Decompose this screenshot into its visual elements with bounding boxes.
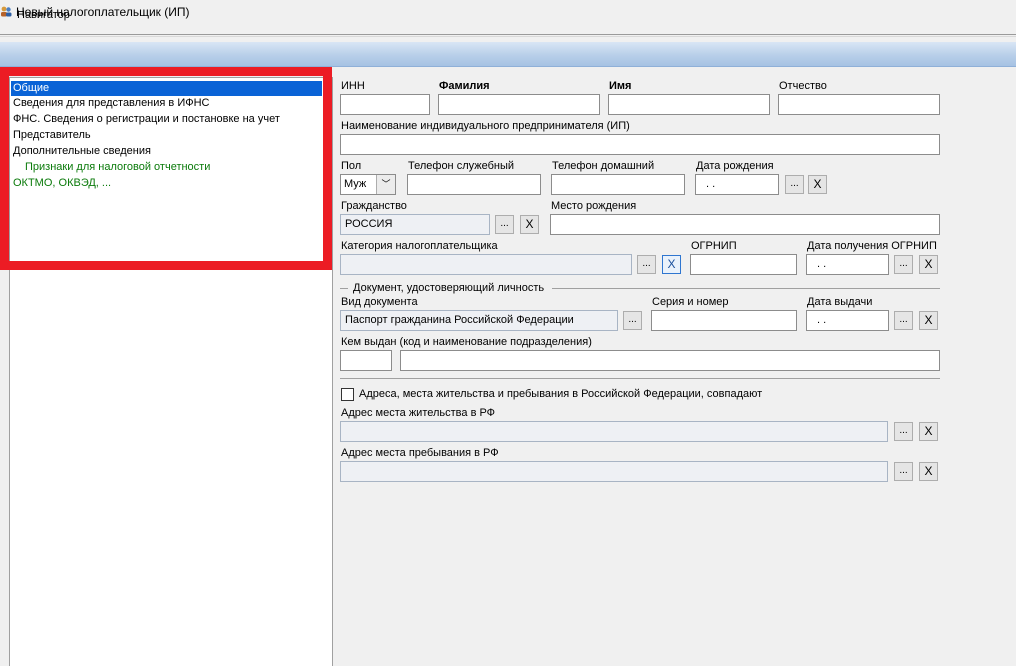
doc-type-browse-button[interactable]: ... bbox=[623, 311, 642, 330]
ogrnip-label: ОГРНИП bbox=[691, 240, 737, 252]
sex-label: Пол bbox=[341, 160, 362, 172]
doc-date-label: Дата выдачи bbox=[807, 296, 873, 308]
chevron-down-icon[interactable]: ﹀ bbox=[376, 175, 395, 194]
citizenship-clear-button[interactable]: X bbox=[520, 215, 539, 234]
stay-field bbox=[340, 461, 888, 482]
stay-label: Адрес места пребывания в РФ bbox=[341, 447, 499, 459]
citizenship-field: РОССИЯ bbox=[340, 214, 490, 235]
doc-type-label: Вид документа bbox=[341, 296, 418, 308]
birth-date-browse-button[interactable]: ... bbox=[785, 175, 804, 194]
surname-input[interactable] bbox=[438, 94, 600, 115]
category-label: Категория налогоплательщика bbox=[341, 240, 498, 252]
category-browse-button[interactable]: ... bbox=[637, 255, 656, 274]
taxpayer-icon bbox=[1, 6, 12, 17]
residence-browse-button[interactable]: ... bbox=[894, 422, 913, 441]
birth-place-label: Место рождения bbox=[551, 200, 637, 212]
doc-type-field: Паспорт гражданина Российской Федерации bbox=[340, 310, 618, 331]
work-phone-input[interactable] bbox=[407, 174, 541, 195]
nav-item-fns-registration[interactable]: ФНС. Сведения о регистрации и постановке… bbox=[13, 112, 280, 127]
issued-by-label: Кем выдан (код и наименование подразделе… bbox=[341, 336, 592, 348]
nav-item-general[interactable]: Общие bbox=[11, 81, 322, 96]
birth-date-input[interactable]: . . bbox=[695, 174, 779, 195]
residence-field bbox=[340, 421, 888, 442]
ip-name-input[interactable] bbox=[340, 134, 940, 155]
ogrnip-date-label: Дата получения ОГРНИП bbox=[807, 240, 937, 252]
birth-place-input[interactable] bbox=[550, 214, 940, 235]
surname-label: Фамилия bbox=[439, 80, 490, 92]
doc-date-input[interactable]: . . bbox=[806, 310, 889, 331]
ip-name-label: Наименование индивидуального предпринима… bbox=[341, 120, 630, 132]
address-same-label: Адреса, места жительства и пребывания в … bbox=[359, 388, 763, 400]
ogrnip-date-input[interactable]: . . bbox=[806, 254, 889, 275]
name-input[interactable] bbox=[608, 94, 770, 115]
patronymic-input[interactable] bbox=[778, 94, 940, 115]
window-titlebar bbox=[0, 42, 1016, 67]
sex-select[interactable]: Муж ﹀ bbox=[340, 174, 396, 195]
home-phone-label: Телефон домашний bbox=[552, 160, 655, 172]
birth-date-label: Дата рождения bbox=[696, 160, 774, 172]
ogrnip-date-browse-button[interactable]: ... bbox=[894, 255, 913, 274]
window-title: Новый налогоплательщик (ИП) bbox=[16, 5, 190, 19]
nav-item-additional[interactable]: Дополнительные сведения bbox=[13, 144, 151, 159]
doc-date-clear-button[interactable]: X bbox=[919, 311, 938, 330]
doc-group-line-right bbox=[552, 288, 940, 289]
inn-label: ИНН bbox=[341, 80, 365, 92]
sex-value: Муж bbox=[344, 178, 367, 190]
doc-number-label: Серия и номер bbox=[652, 296, 729, 308]
doc-group-label: Документ, удостоверяющий личность bbox=[353, 282, 545, 294]
doc-number-input[interactable] bbox=[651, 310, 797, 331]
stay-clear-button[interactable]: X bbox=[919, 462, 938, 481]
patronymic-label: Отчество bbox=[779, 80, 827, 92]
work-phone-label: Телефон служебный bbox=[408, 160, 515, 172]
residence-clear-button[interactable]: X bbox=[919, 422, 938, 441]
category-clear-button[interactable]: X bbox=[662, 255, 681, 274]
citizenship-browse-button[interactable]: ... bbox=[495, 215, 514, 234]
menu-separator bbox=[0, 34, 1016, 35]
doc-date-browse-button[interactable]: ... bbox=[894, 311, 913, 330]
birth-date-clear-button[interactable]: X bbox=[808, 175, 827, 194]
inn-input[interactable] bbox=[340, 94, 430, 115]
stay-browse-button[interactable]: ... bbox=[894, 462, 913, 481]
nav-item-oktmo-okved[interactable]: ОКТМО, ОКВЭД, ... bbox=[13, 176, 111, 191]
ogrnip-date-clear-button[interactable]: X bbox=[919, 255, 938, 274]
address-same-checkbox[interactable] bbox=[341, 388, 354, 401]
nav-item-representative[interactable]: Представитель bbox=[13, 128, 91, 143]
name-label: Имя bbox=[609, 80, 632, 92]
doc-group-line-left bbox=[340, 288, 348, 289]
issued-by-code-input[interactable] bbox=[340, 350, 392, 371]
nav-item-ifns-info[interactable]: Сведения для представления в ИФНС bbox=[13, 96, 209, 111]
residence-label: Адрес места жительства в РФ bbox=[341, 407, 496, 419]
address-separator bbox=[340, 378, 940, 379]
nav-item-tax-reporting-flags[interactable]: Признаки для налоговой отчетности bbox=[25, 160, 210, 175]
issued-by-name-input[interactable] bbox=[400, 350, 940, 371]
ogrnip-input[interactable] bbox=[690, 254, 797, 275]
category-field bbox=[340, 254, 632, 275]
home-phone-input[interactable] bbox=[551, 174, 685, 195]
menu-separator-light bbox=[0, 36, 1016, 37]
citizenship-label: Гражданство bbox=[341, 200, 407, 212]
